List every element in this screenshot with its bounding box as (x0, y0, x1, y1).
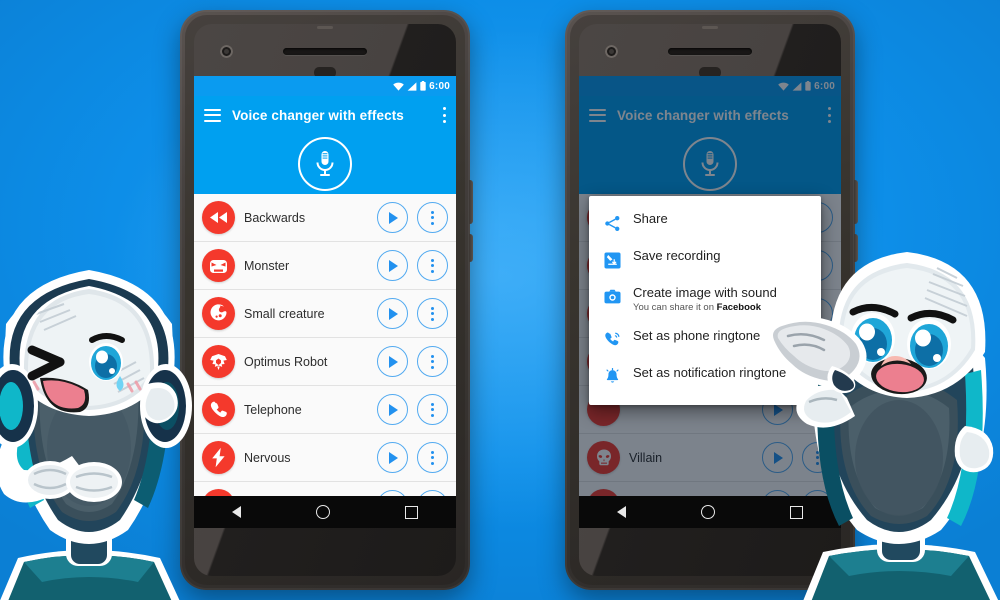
app-bar: Voice changer with effects (194, 96, 456, 134)
front-camera-icon (220, 45, 233, 58)
menu-item-set-as-phone-ringtone[interactable]: Set as phone ringtone (589, 321, 821, 358)
row-more-button[interactable] (417, 346, 448, 377)
play-button[interactable] (377, 202, 408, 233)
kebab-menu-icon[interactable] (442, 107, 446, 123)
small-creature-icon (202, 297, 235, 330)
volume-button[interactable] (469, 234, 473, 262)
play-button[interactable] (377, 298, 408, 329)
bell-icon (602, 367, 622, 387)
menu-item-subtitle: You can share it on Facebook (633, 302, 808, 313)
record-button[interactable] (298, 137, 352, 191)
lightning-bolt-icon (202, 441, 235, 474)
back-icon[interactable] (231, 506, 241, 518)
power-button[interactable] (854, 180, 858, 224)
table-row[interactable]: Monster (194, 242, 456, 290)
menu-item-label: Set as phone ringtone (633, 327, 761, 343)
effects-list: Backwards Monster Small creature Optimus… (194, 194, 456, 528)
phone-left: 6:00 Voice changer with effects Backward… (180, 10, 473, 590)
table-row[interactable]: Telephone (194, 386, 456, 434)
home-icon[interactable] (315, 505, 330, 519)
menu-item-label: Share (633, 211, 668, 226)
menu-item-set-as-notification-ringtone[interactable]: Set as notification ringtone (589, 358, 821, 395)
power-button[interactable] (469, 180, 473, 224)
menu-item-create-image-with-sound[interactable]: Create image with sound You can share it… (589, 278, 821, 321)
microphone-icon (316, 151, 334, 176)
row-more-button[interactable] (417, 442, 448, 473)
effect-label: Monster (244, 258, 290, 273)
effect-label: Nervous (244, 450, 291, 465)
menu-item-share[interactable]: Share (589, 204, 821, 241)
save-download-icon (602, 250, 622, 270)
camera-icon (602, 287, 622, 307)
battery-icon (420, 81, 426, 91)
menu-item-label: Create image with sound (633, 285, 777, 300)
recents-icon[interactable] (405, 505, 419, 519)
volume-button[interactable] (854, 234, 858, 262)
play-button[interactable] (377, 394, 408, 425)
wifi-icon (393, 82, 404, 91)
status-bar: 6:00 (194, 76, 456, 96)
promo-banner: 6:00 Voice changer with effects Backward… (0, 0, 1000, 600)
menu-text: Share (633, 211, 808, 227)
screen-left: 6:00 Voice changer with effects Backward… (194, 76, 456, 528)
row-more-button[interactable] (417, 202, 448, 233)
row-more-button[interactable] (417, 298, 448, 329)
navigation-bar (194, 496, 456, 528)
menu-text: Set as phone ringtone (633, 327, 808, 344)
phone-right: 6:00 Voice changer with effects (565, 10, 858, 590)
menu-subtitle-bold: Facebook (716, 301, 761, 313)
menu-text: Save recording (633, 248, 808, 264)
monster-face-icon (202, 249, 235, 282)
table-row[interactable]: Nervous (194, 434, 456, 482)
telephone-icon (202, 393, 235, 426)
context-menu: Share Save recording Create image with s… (589, 196, 821, 405)
table-row[interactable]: Optimus Robot (194, 338, 456, 386)
effect-label: Backwards (244, 210, 306, 225)
row-more-button[interactable] (417, 394, 448, 425)
earpiece-grille (668, 48, 752, 55)
menu-text: Set as notification ringtone (633, 364, 808, 381)
play-button[interactable] (377, 442, 408, 473)
table-row[interactable]: Small creature (194, 290, 456, 338)
menu-text: Create image with sound You can share it… (633, 285, 808, 313)
navigation-bar (579, 496, 841, 528)
page-title: Voice changer with effects (232, 107, 404, 123)
rewind-icon (202, 201, 235, 234)
play-button[interactable] (377, 346, 408, 377)
menu-item-label: Save recording (633, 248, 721, 263)
screen-right: 6:00 Voice changer with effects (579, 76, 841, 528)
home-icon[interactable] (700, 505, 715, 519)
menu-item-label: Set as notification ringtone (633, 364, 787, 380)
play-button[interactable] (377, 250, 408, 281)
effect-label: Small creature (244, 306, 325, 321)
effect-label: Telephone (244, 402, 302, 417)
top-antenna-strip (317, 26, 333, 29)
recents-icon[interactable] (790, 505, 804, 519)
front-camera-icon (605, 45, 618, 58)
table-row[interactable]: Backwards (194, 194, 456, 242)
earpiece-grille (283, 48, 367, 55)
menu-item-save-recording[interactable]: Save recording (589, 241, 821, 278)
autobot-icon (202, 345, 235, 378)
phone-ring-icon (602, 330, 622, 350)
hamburger-icon[interactable] (204, 108, 221, 122)
effect-label: Optimus Robot (244, 354, 328, 369)
menu-subtitle-text: You can share it on (633, 301, 717, 313)
top-antenna-strip (702, 26, 718, 29)
status-clock: 6:00 (429, 80, 450, 92)
back-icon[interactable] (616, 506, 626, 518)
share-icon (602, 213, 622, 233)
row-more-button[interactable] (417, 250, 448, 281)
record-hero (194, 134, 456, 194)
signal-icon (407, 81, 417, 91)
